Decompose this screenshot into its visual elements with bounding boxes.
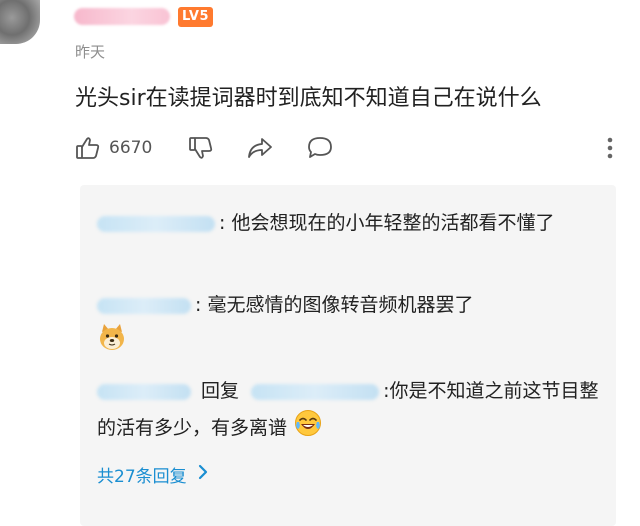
level-badge: LV5	[178, 7, 213, 27]
share-icon	[246, 135, 274, 161]
thumbs-up-icon	[75, 135, 101, 161]
more-vertical-icon	[605, 135, 615, 161]
reply-target-blurred[interactable]	[251, 383, 380, 400]
share-button[interactable]	[246, 133, 274, 163]
action-bar: 6670	[75, 133, 620, 163]
like-count: 6670	[109, 138, 153, 158]
laughing-emoji-icon	[293, 408, 323, 449]
comment-text: 光头sir在读提词器时到底知不知道自己在说什么	[75, 86, 542, 111]
view-all-label: 共27条回复	[97, 467, 187, 487]
thumbs-down-icon	[188, 135, 214, 161]
avatar[interactable]	[0, 0, 40, 44]
reply-text: : 毫无感情的图像转音频机器罢了	[195, 294, 474, 316]
post-time: 昨天	[75, 43, 106, 61]
like-button[interactable]: 6670	[75, 133, 152, 163]
chevron-right-icon	[187, 463, 209, 486]
more-button[interactable]	[605, 133, 615, 163]
reply-author-blurred[interactable]	[97, 215, 215, 232]
reply-author-blurred[interactable]	[97, 383, 191, 400]
reply-item[interactable]: : 毫无感情的图像转音频机器罢了	[97, 289, 607, 363]
comment-button[interactable]	[306, 133, 334, 163]
dislike-button[interactable]	[188, 133, 214, 163]
replies-box: : 他会想现在的小年轻整的活都看不懂了 : 毫无感情的图像转音频机器罢了 回复 …	[80, 185, 616, 526]
username-blurred[interactable]	[74, 8, 170, 25]
comment-bubble-icon	[306, 135, 334, 161]
reply-word: 回复	[201, 380, 240, 402]
reply-author-blurred[interactable]	[97, 297, 191, 314]
doge-emoji-icon	[97, 322, 127, 363]
reply-text: : 他会想现在的小年轻整的活都看不懂了	[219, 212, 555, 234]
reply-item[interactable]: 回复 :你是不知道之前这节目整的活有多少，有多离谱	[97, 375, 607, 449]
reply-item[interactable]: : 他会想现在的小年轻整的活都看不懂了	[97, 207, 607, 240]
view-all-replies-link[interactable]: 共27条回复	[97, 462, 209, 487]
